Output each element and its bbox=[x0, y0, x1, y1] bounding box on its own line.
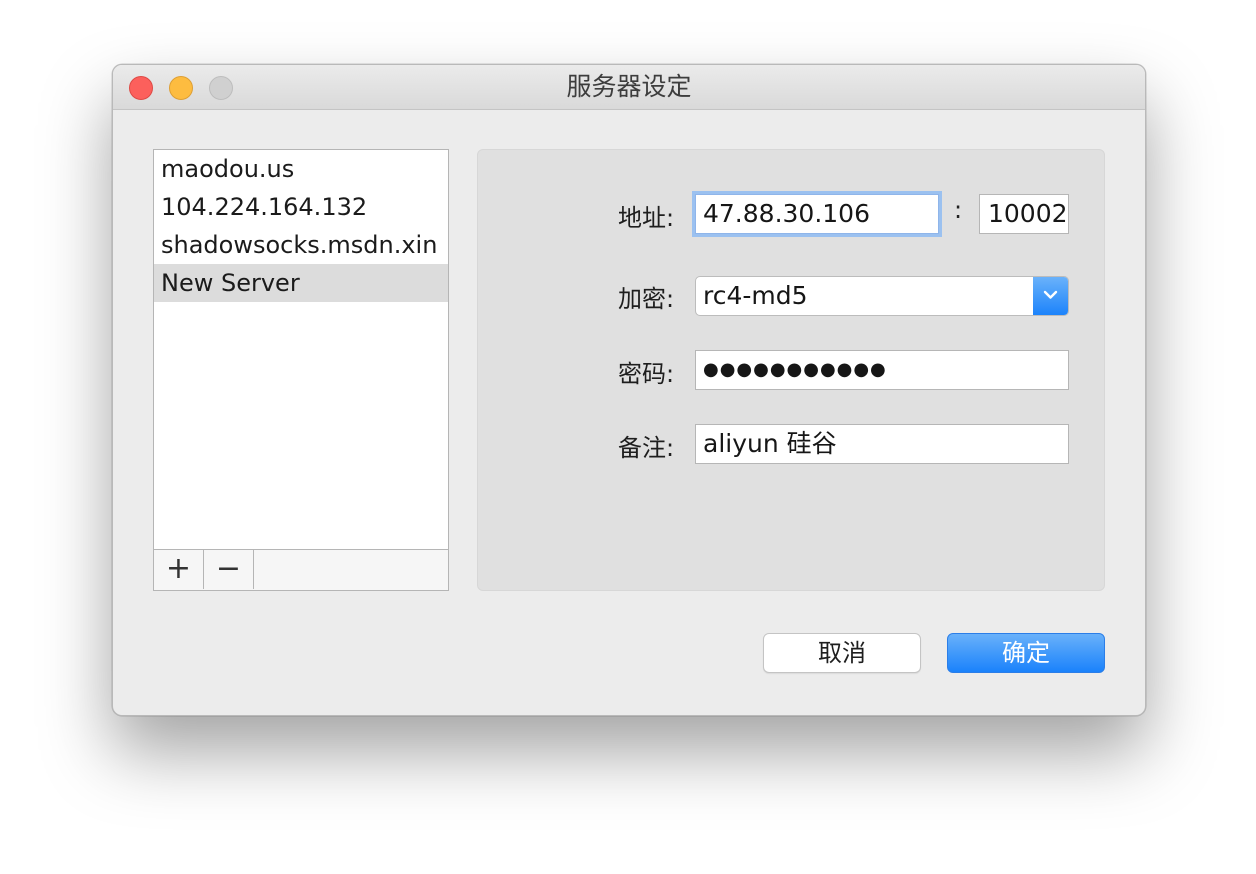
server-list-footer: + − bbox=[154, 549, 448, 590]
remove-server-button[interactable]: − bbox=[204, 550, 254, 589]
password-field[interactable]: ●●●●●●●●●●● bbox=[695, 350, 1069, 390]
server-list-item-selected[interactable]: New Server bbox=[154, 264, 448, 302]
server-settings-window: 服务器设定 maodou.us 104.224.164.132 shadowso… bbox=[112, 64, 1146, 716]
add-server-button[interactable]: + bbox=[154, 550, 204, 589]
server-list: maodou.us 104.224.164.132 shadowsocks.ms… bbox=[153, 149, 449, 591]
encryption-label: 加密: bbox=[618, 285, 675, 313]
window-title: 服务器设定 bbox=[566, 72, 692, 101]
port-separator: : bbox=[954, 196, 963, 224]
ok-button[interactable]: 确定 bbox=[947, 633, 1105, 673]
address-label: 地址: bbox=[618, 204, 675, 232]
server-list-item[interactable]: shadowsocks.msdn.xin bbox=[154, 226, 448, 264]
chevron-down-icon[interactable] bbox=[1033, 277, 1068, 315]
encryption-select[interactable]: rc4-md5 bbox=[695, 276, 1069, 316]
title-bar[interactable]: 服务器设定 bbox=[113, 65, 1145, 110]
cancel-button[interactable]: 取消 bbox=[763, 633, 921, 673]
port-field[interactable]: 10002 bbox=[979, 194, 1069, 234]
password-label: 密码: bbox=[618, 360, 675, 388]
remark-field[interactable]: aliyun 硅谷 bbox=[695, 424, 1069, 464]
server-list-item[interactable]: 104.224.164.132 bbox=[154, 188, 448, 226]
encryption-select-value: rc4-md5 bbox=[703, 281, 808, 310]
server-list-item[interactable]: maodou.us bbox=[154, 150, 448, 188]
address-field[interactable]: 47.88.30.106 bbox=[695, 194, 939, 234]
remark-label: 备注: bbox=[618, 434, 675, 462]
